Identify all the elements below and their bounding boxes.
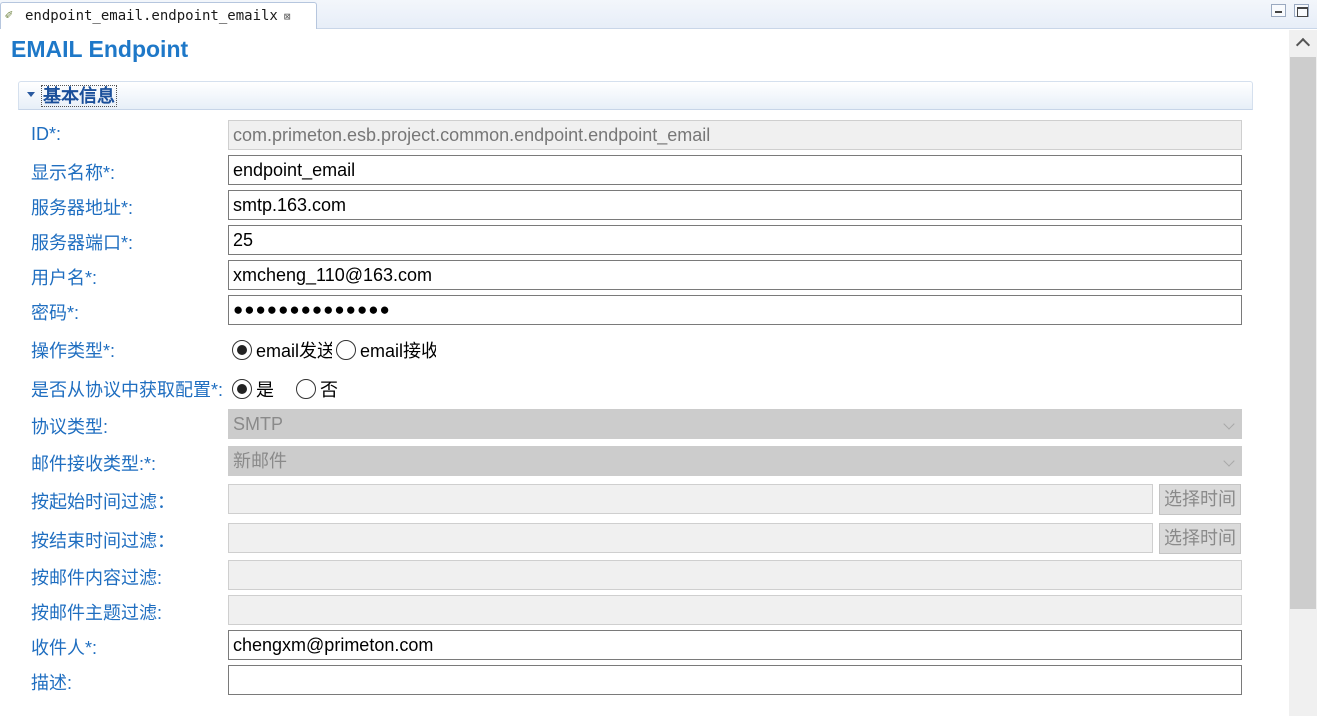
form-row-receive-type: 邮件接收类型:*: 新邮件 — [0, 446, 1290, 478]
radio-email-send[interactable] — [232, 340, 252, 360]
from-protocol-radio-group: 是 否 — [232, 376, 342, 402]
receive-type-label: 邮件接收类型:*: — [31, 454, 157, 474]
radio-email-receive-label[interactable]: email接收 — [360, 337, 436, 363]
collapse-triangle-icon[interactable] — [27, 92, 35, 97]
filter-start-time-label: 按起始时间过滤： — [31, 492, 175, 512]
protocol-type-select[interactable]: SMTP — [228, 409, 1242, 439]
filter-end-time-label: 按结束时间过滤： — [31, 531, 175, 551]
form-row-operation-type: 操作类型*: email发送 email接收 — [0, 333, 1290, 365]
password-input[interactable]: ●●●●●●●●●●●●●● — [228, 295, 1242, 325]
form-row-recipient: 收件人*: chengxm@primeton.com — [0, 630, 1290, 662]
form-row-description: 描述: — [0, 665, 1290, 697]
radio-no-label[interactable]: 否 — [320, 376, 338, 402]
radio-yes[interactable] — [232, 379, 252, 399]
close-icon[interactable]: ⊠ — [284, 10, 291, 23]
chevron-down-icon — [1223, 418, 1235, 430]
vertical-scrollbar[interactable] — [1289, 30, 1317, 716]
filter-content-input[interactable] — [228, 560, 1242, 590]
form-row-username: 用户名*: xmcheng_110@163.com — [0, 260, 1290, 292]
minimize-icon[interactable] — [1271, 4, 1286, 17]
select-start-time-button[interactable]: 选择时间 — [1159, 484, 1241, 515]
operation-type-label: 操作类型*: — [31, 341, 116, 361]
server-address-input[interactable]: smtp.163.com — [228, 190, 1242, 220]
form-row-display-name: 显示名称*: endpoint_email — [0, 155, 1290, 187]
protocol-type-label: 协议类型: — [31, 417, 109, 437]
form-row-from-protocol: 是否从协议中获取配置*: 是 否 — [0, 372, 1290, 404]
editor-tab[interactable]: ✐ endpoint_email.endpoint_emailx ⊠ — [0, 2, 317, 29]
page-title: EMAIL Endpoint — [11, 36, 189, 62]
operation-type-radio-group: email发送 email接收 — [232, 337, 440, 363]
endpoint-file-icon: ✐ — [5, 8, 13, 23]
description-input[interactable] — [228, 665, 1242, 695]
form-row-server-port: 服务器端口*: 25 — [0, 225, 1290, 257]
password-label: 密码*: — [31, 303, 80, 323]
editor-tab-bar: ✐ endpoint_email.endpoint_emailx ⊠ — [0, 0, 1317, 29]
receive-type-value: 新邮件 — [233, 451, 287, 471]
scroll-up-icon[interactable] — [1289, 30, 1317, 56]
recipient-input[interactable]: chengxm@primeton.com — [228, 630, 1242, 660]
form-row-protocol-type: 协议类型: SMTP — [0, 409, 1290, 441]
radio-no[interactable] — [296, 379, 316, 399]
receive-type-select[interactable]: 新邮件 — [228, 446, 1242, 476]
form-row-filter-end-time: 按结束时间过滤： 选择时间 — [0, 523, 1290, 555]
server-port-label: 服务器端口*: — [31, 233, 134, 253]
scrollbar-thumb[interactable] — [1290, 57, 1316, 609]
section-header-basic-info[interactable]: 基本信息 — [18, 81, 1253, 110]
form-row-filter-subject: 按邮件主题过滤: — [0, 595, 1290, 627]
id-label: ID*: — [31, 124, 62, 144]
form-row-password: 密码*: ●●●●●●●●●●●●●● — [0, 295, 1290, 327]
display-name-input[interactable]: endpoint_email — [228, 155, 1242, 185]
username-label: 用户名*: — [31, 268, 98, 288]
form-row-id: ID*: com.primeton.esb.project.common.end… — [0, 120, 1290, 152]
filter-start-time-input[interactable] — [228, 484, 1153, 514]
filter-end-time-input[interactable] — [228, 523, 1153, 553]
recipient-label: 收件人*: — [31, 638, 98, 658]
chevron-down-icon — [1223, 455, 1235, 467]
radio-email-send-label[interactable]: email发送 — [256, 337, 332, 363]
form-row-filter-start-time: 按起始时间过滤： 选择时间 — [0, 484, 1290, 516]
server-port-input[interactable]: 25 — [228, 225, 1242, 255]
username-input[interactable]: xmcheng_110@163.com — [228, 260, 1242, 290]
editor-tab-title: endpoint_email.endpoint_emailx — [25, 8, 278, 24]
radio-email-receive[interactable] — [336, 340, 356, 360]
protocol-type-value: SMTP — [233, 414, 284, 434]
select-end-time-button[interactable]: 选择时间 — [1159, 523, 1241, 554]
id-field: com.primeton.esb.project.common.endpoint… — [228, 120, 1242, 150]
filter-subject-input[interactable] — [228, 595, 1242, 625]
radio-yes-label[interactable]: 是 — [256, 376, 274, 402]
maximize-icon[interactable] — [1294, 4, 1309, 17]
filter-subject-label: 按邮件主题过滤: — [31, 603, 163, 623]
description-label: 描述: — [31, 673, 73, 693]
form-row-filter-content: 按邮件内容过滤: — [0, 560, 1290, 592]
display-name-label: 显示名称*: — [31, 163, 116, 183]
filter-content-label: 按邮件内容过滤: — [31, 568, 163, 588]
server-address-label: 服务器地址*: — [31, 198, 134, 218]
section-title: 基本信息 — [41, 85, 117, 107]
form-row-server-address: 服务器地址*: smtp.163.com — [0, 190, 1290, 222]
from-protocol-label: 是否从协议中获取配置*: — [31, 380, 224, 400]
